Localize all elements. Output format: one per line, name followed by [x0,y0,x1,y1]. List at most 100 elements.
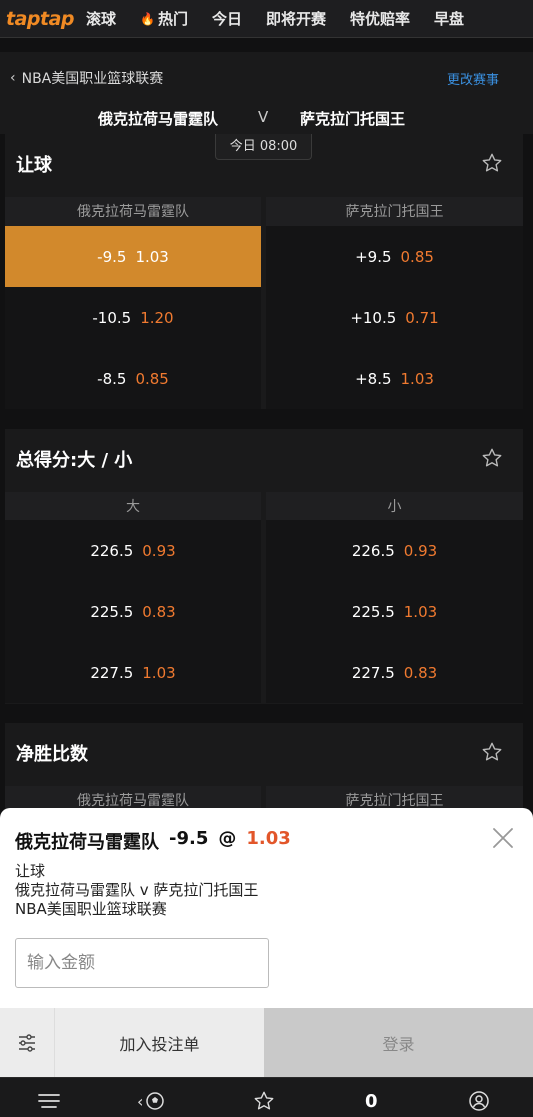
odds-value: 1.03 [142,663,176,682]
handicap-line: +10.5 [350,308,397,327]
odds-value: 1.20 [140,308,174,327]
top-nav: taptap 滚球 🔥 热门 今日 即将开赛 特优赔率 早盘 [0,0,533,38]
market-title: 让球 [16,155,52,176]
fire-icon: 🔥 [140,11,155,26]
star-icon[interactable] [481,152,503,174]
away-team: 萨克拉门托国王 [300,110,406,128]
betslip-count: 0 [365,1090,378,1112]
odds-cell[interactable]: 225.5 1.03 [266,581,523,642]
bet-settings-button[interactable] [0,1008,55,1077]
odds-value: 0.83 [403,663,438,682]
stake-amount-input[interactable] [15,938,269,988]
nav-tab-label: 热门 [157,10,188,28]
odds-cell[interactable]: 227.5 0.83 [266,642,523,703]
nav-tab-today[interactable]: 今日 [212,8,242,29]
chevron-left-icon: ‹ [137,1091,144,1111]
handicap-line: -9.5 [97,247,127,266]
add-to-betslip-button[interactable]: 加入投注单 [55,1008,264,1077]
menu-icon [38,1094,60,1108]
total-line: 227.5 [351,663,395,682]
match-header: ‹ NBA美国职业篮球联赛 更改赛事 俄克拉荷马雷霆队 V 萨克拉门托国王 [0,52,533,134]
odds-cell[interactable]: -9.5 1.03 [5,226,261,287]
slip-market: 让球 [15,862,46,880]
bottom-nav: ‹ 0 [0,1077,533,1117]
odds-value: 1.03 [403,602,438,621]
odds-cell[interactable]: +10.5 0.71 [266,287,523,348]
slip-selection-title: 俄克拉荷马雷霆队 -9.5 @ 1.03 [15,828,291,854]
odds-cell[interactable]: +8.5 1.03 [266,348,523,409]
league-name: NBA美国职业篮球联赛 [21,71,164,87]
nav-tab-live[interactable]: 滚球 [86,8,116,29]
handicap-line: -8.5 [97,369,127,388]
column-header-over: 大 [5,492,261,522]
odds-value: 0.93 [403,541,438,560]
bet-slip: 俄克拉荷马雷霆队 -9.5 @ 1.03 让球 俄克拉荷马雷霆队 v 萨克拉门托… [0,808,533,1077]
odds-value: 0.83 [142,602,176,621]
taptap-logo[interactable]: taptap [6,8,75,30]
odds-value: 0.85 [135,369,169,388]
odds-cell[interactable]: +9.5 0.85 [266,226,523,287]
nav-tab-label: 早盘 [434,10,465,28]
market-title: 净胜比数 [16,744,88,765]
odds-cell[interactable]: 227.5 1.03 [5,642,261,703]
versus-label: V [258,108,269,126]
chevron-left-icon: ‹ [10,70,16,86]
odds-cell[interactable]: -8.5 0.85 [5,348,261,409]
market-totals: 总得分:大 / 小 大 小 226.5 0.93 226.5 0.93 225.5 0… [5,429,523,704]
nav-tab-label: 滚球 [86,10,117,28]
betslip-count-button[interactable]: 0 [365,1090,378,1112]
odds-cell[interactable]: 225.5 0.83 [5,581,261,642]
slip-line: -9.5 [169,828,209,849]
total-line: 227.5 [90,663,134,682]
star-icon [254,1091,274,1110]
soccer-ball-icon [146,1092,165,1110]
total-line: 225.5 [90,602,134,621]
column-header-home: 俄克拉荷马雷霆队 [5,197,261,227]
star-icon[interactable] [481,741,503,763]
total-line: 226.5 [351,541,395,560]
odds-cell[interactable]: -10.5 1.20 [5,287,261,348]
star-icon[interactable] [481,447,503,469]
total-line: 226.5 [90,541,134,560]
handicap-line: -10.5 [92,308,132,327]
favorites-button[interactable] [253,1090,275,1112]
total-line: 225.5 [351,602,395,621]
market-handicap: 让球 俄克拉荷马雷霆队 萨克拉门托国王 -9.5 1.03 +9.5 0.85 -1… [5,134,523,409]
slip-fixture: 俄克拉荷马雷霆队 v 萨克拉门托国王 [15,881,259,899]
menu-button[interactable] [38,1090,60,1112]
close-icon[interactable] [491,826,515,850]
login-button[interactable]: 登录 [264,1008,533,1077]
nav-tab-upcoming[interactable]: 即将开赛 [266,8,326,29]
handicap-line: +9.5 [355,247,392,266]
nav-tab-early[interactable]: 早盘 [434,8,464,29]
odds-value: 1.03 [135,247,169,266]
odds-value: 1.03 [400,369,434,388]
home-team: 俄克拉荷马雷霆队 [98,110,219,128]
slip-at: @ [218,828,237,849]
nav-tab-label: 即将开赛 [266,10,327,28]
user-icon [469,1091,489,1111]
odds-value: 0.85 [400,247,434,266]
nav-tab-boosted-odds[interactable]: 特优赔率 [350,8,410,29]
kickoff-time: 今日 08:00 [215,134,312,160]
back-to-league[interactable]: ‹ NBA美国职业篮球联赛 [10,68,163,88]
nav-tab-label: 特优赔率 [350,10,411,28]
market-winning-margin: 净胜比数 俄克拉荷马雷霆队 萨克拉门托国王 [5,723,523,816]
nav-tab-hot[interactable]: 🔥 热门 [140,8,188,29]
odds-value: 0.93 [142,541,176,560]
column-header-away: 萨克拉门托国王 [266,197,523,227]
odds-cell[interactable]: 226.5 0.93 [266,520,523,581]
account-button[interactable] [468,1090,490,1112]
column-header-under: 小 [266,492,523,522]
slip-action-bar: 加入投注单 登录 [0,1008,533,1077]
odds-value: 0.71 [405,308,439,327]
odds-cell[interactable]: 226.5 0.93 [5,520,261,581]
change-match-link[interactable]: 更改赛事 [447,69,499,88]
slip-league: NBA美国职业篮球联赛 [15,900,167,918]
market-title: 总得分:大 / 小 [16,450,133,471]
slip-selection: 俄克拉荷马雷霆队 [15,832,159,853]
nav-tab-label: 今日 [212,10,243,28]
handicap-line: +8.5 [355,369,392,388]
sports-button[interactable]: ‹ [137,1090,165,1112]
sliders-icon [19,1033,35,1052]
